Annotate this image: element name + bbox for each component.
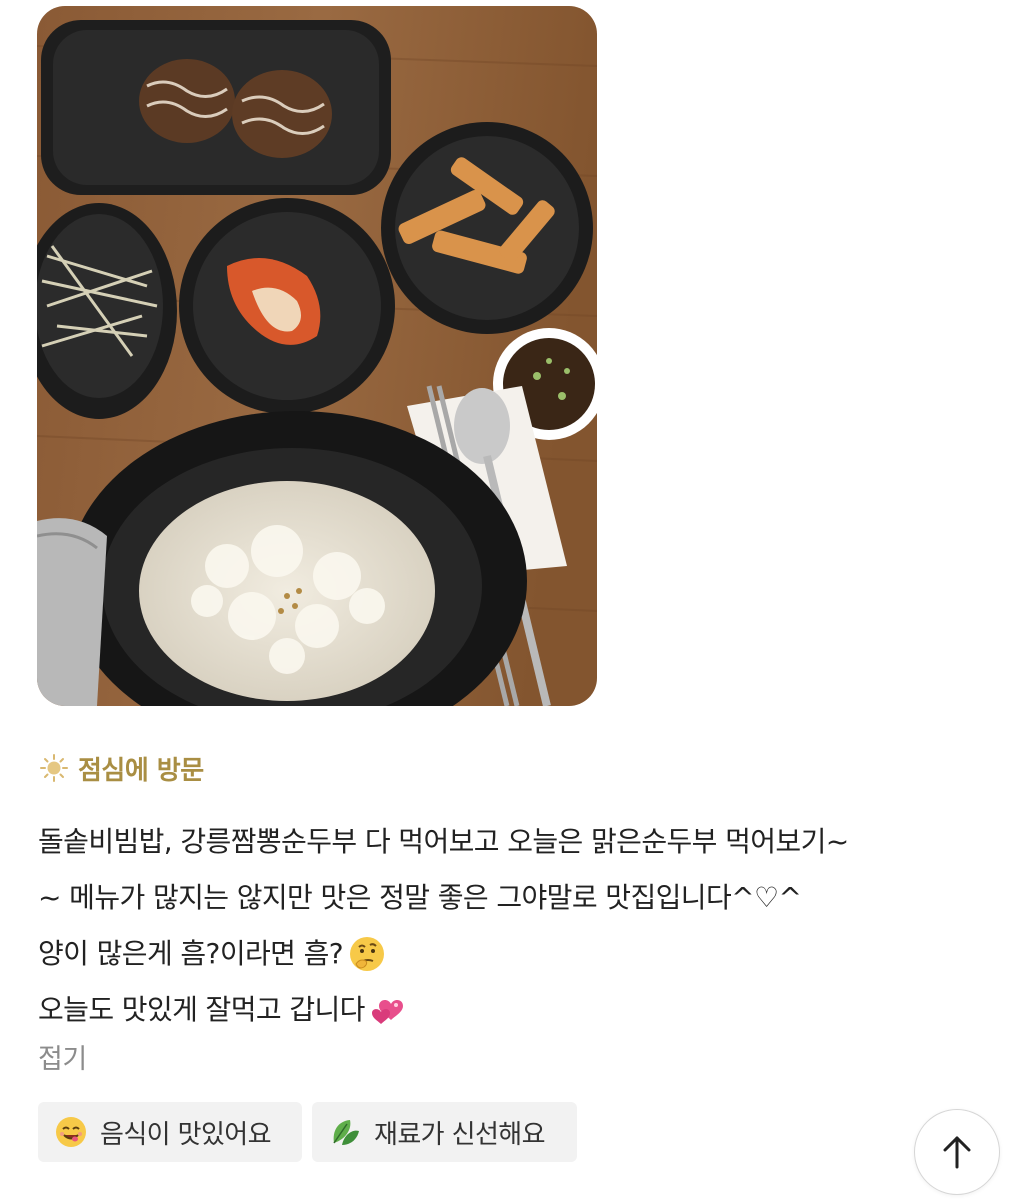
tag-tasty-food[interactable]: 음식이 맛있어요 <box>38 1102 302 1162</box>
review-line: 오늘도 맛있게 잘먹고 갑니다 <box>38 982 998 1038</box>
two-hearts-icon <box>369 990 409 1030</box>
fold-link[interactable]: 접기 <box>38 1037 87 1076</box>
arrow-up-icon <box>943 1136 971 1169</box>
sun-icon <box>38 752 70 784</box>
review-line: ~ 메뉴가 많지는 않지만 맛은 정말 좋은 그야말로 맛집입니다^♡^ <box>38 881 802 914</box>
tag-label: 재료가 신선해요 <box>374 1119 546 1150</box>
yum-face-icon <box>54 1115 88 1149</box>
review-line: 양이 많은게 흠?이라면 흠? <box>38 926 998 982</box>
tag-label: 음식이 맛있어요 <box>100 1119 272 1150</box>
visit-label: 점심에 방문 <box>78 755 204 786</box>
review-text: 돌솥비빔밥, 강릉짬뽕순두부 다 먹어보고 오늘은 맑은순두부 먹어보기~ ~ … <box>38 814 998 1038</box>
thinking-face-icon <box>347 934 387 974</box>
food-photo <box>37 6 597 706</box>
scroll-top-button[interactable] <box>914 1109 1000 1195</box>
leaf-icon <box>328 1115 362 1149</box>
visit-time: 점심에 방문 <box>38 752 204 786</box>
review-line: 돌솥비빔밥, 강릉짬뽕순두부 다 먹어보고 오늘은 맑은순두부 먹어보기~ <box>38 825 849 858</box>
tag-fresh-ingredients[interactable]: 재료가 신선해요 <box>312 1102 577 1162</box>
review-photo[interactable] <box>37 6 597 706</box>
